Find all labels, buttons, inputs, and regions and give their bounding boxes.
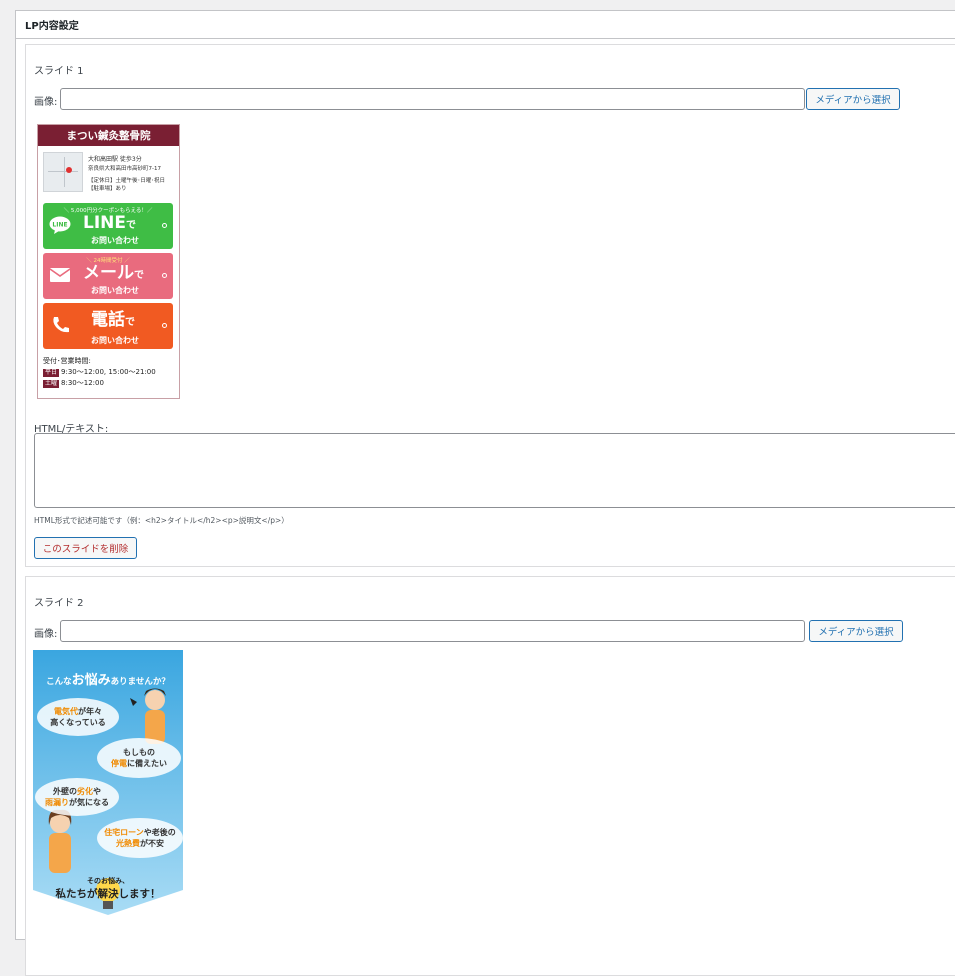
weekday-tag: 平日 bbox=[43, 369, 60, 377]
saturday-tag: 土曜 bbox=[43, 380, 60, 388]
map-pin-icon bbox=[66, 167, 72, 173]
saturday-hours-row: 土曜 8:30〜12:00 bbox=[43, 378, 156, 389]
slide-title: スライド 2 bbox=[34, 598, 84, 609]
arrow-circle-icon bbox=[162, 273, 167, 278]
address-text: 奈良県大和高田市高砂町7-17 bbox=[88, 166, 161, 172]
slide-image-preview: まつい鍼灸整骨院 大和高田駅 徒歩3分 奈良県大和高田市高砂町7-17 【定休日… bbox=[37, 124, 180, 399]
slide-2: スライド 2 画像: メディアから選択 こんなお悩みありませんか？ 電気代が年々… bbox=[25, 576, 955, 976]
image-label: 画像: bbox=[34, 97, 58, 108]
svg-text:LINE: LINE bbox=[52, 222, 67, 229]
tel-main-text: 電話で bbox=[91, 310, 135, 330]
parking-text: 【駐車場】あり bbox=[88, 186, 127, 192]
html-hint-text: HTML形式で記述可能です（例：<h2>タイトル</h2><p>説明文</p>） bbox=[34, 516, 289, 525]
worry-bubble-2: もしもの 停電に備えたい bbox=[97, 738, 181, 778]
lp-settings-panel: LP内容設定 スライド 1 画像: メディアから選択 まつい鍼灸整骨院 大和高田… bbox=[15, 10, 955, 976]
clinic-info: 大和高田駅 徒歩3分 奈良県大和高田市高砂町7-17 【定休日】土曜午後･日曜･… bbox=[38, 146, 179, 200]
mail-contact-banner: ＼ 24時間受付 ／ メールで お問い合わせ bbox=[43, 253, 173, 299]
phone-icon bbox=[53, 317, 69, 333]
hours-label: 受付･営業時間: bbox=[43, 357, 91, 365]
tel-contact-text: お問い合わせ bbox=[91, 336, 139, 345]
business-hours: 受付･営業時間: 平日 9:30〜12:00, 15:00〜21:00 土曜 8:3… bbox=[43, 356, 156, 389]
station-text: 大和高田駅 徒歩3分 bbox=[88, 156, 142, 163]
image-label: 画像: bbox=[34, 629, 58, 640]
saturday-hours: 8:30〜12:00 bbox=[61, 379, 104, 387]
arrow-circle-icon bbox=[162, 223, 167, 228]
line-icon: LINE bbox=[49, 216, 71, 234]
weekday-hours-row: 平日 9:30〜12:00, 15:00〜21:00 bbox=[43, 367, 156, 378]
mail-main-text: メールで bbox=[83, 263, 144, 283]
slide-1: スライド 1 画像: メディアから選択 まつい鍼灸整骨院 大和高田駅 徒歩3分 … bbox=[25, 44, 955, 567]
clinic-name: まつい鍼灸整骨院 bbox=[38, 125, 179, 146]
footer-line-2: 私たちが解決します！ bbox=[55, 888, 161, 900]
select-media-button[interactable]: メディアから選択 bbox=[809, 620, 903, 642]
image-url-input[interactable] bbox=[60, 620, 805, 642]
closed-text: 【定休日】土曜午後･日曜･祝日 bbox=[88, 178, 166, 184]
delete-slide-button[interactable]: このスライドを削除 bbox=[34, 537, 137, 559]
select-media-button[interactable]: メディアから選択 bbox=[806, 88, 900, 110]
weekday-hours: 9:30〜12:00, 15:00〜21:00 bbox=[61, 368, 156, 376]
panel-title: LP内容設定 bbox=[16, 11, 955, 39]
tel-contact-banner: 電話で お問い合わせ bbox=[43, 303, 173, 349]
envelope-icon bbox=[49, 268, 71, 282]
line-contact-text: お問い合わせ bbox=[91, 236, 139, 245]
map-thumbnail bbox=[43, 152, 83, 192]
mail-contact-text: お問い合わせ bbox=[91, 286, 139, 295]
worry-bubble-1: 電気代が年々 高くなっている bbox=[37, 698, 119, 736]
line-main-text: LINEで bbox=[83, 213, 136, 233]
arrow-circle-icon bbox=[162, 323, 167, 328]
html-text-area[interactable] bbox=[34, 433, 955, 508]
image-url-input[interactable] bbox=[60, 88, 805, 110]
line-contact-banner: ＼ 5,000円分クーポンもらえる！／ LINE LINEで お問い合わせ bbox=[43, 203, 173, 249]
worry-bubble-3: 外壁の劣化や 雨漏りが気になる bbox=[35, 778, 119, 816]
worry-bubble-4: 住宅ローンや老後の 光熱費が不安 bbox=[97, 818, 183, 858]
preview-headline: こんなお悩みありませんか？ bbox=[46, 673, 170, 688]
footer-line-1: そのお悩み、 bbox=[87, 877, 129, 885]
slide-title: スライド 1 bbox=[34, 66, 84, 77]
slide-image-preview: こんなお悩みありませんか？ 電気代が年々 高くなっている もしもの 停電に備えたい … bbox=[33, 650, 183, 920]
